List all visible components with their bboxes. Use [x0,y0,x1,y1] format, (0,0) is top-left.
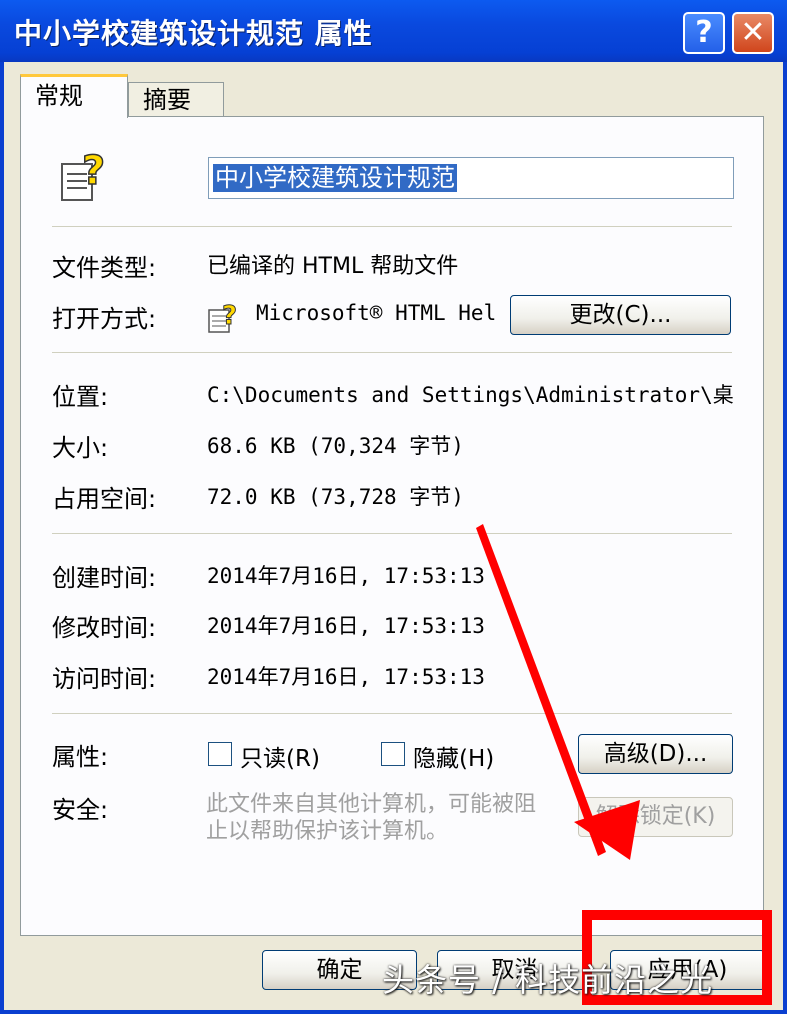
close-button[interactable]: ✕ [732,12,774,54]
file-name-input[interactable]: 中小学校建筑设计规范 [208,157,734,199]
location-label: 位置: [52,383,109,411]
file-name-text: 中小学校建筑设计规范 [213,164,457,192]
tab-summary[interactable]: 摘要 [128,82,224,116]
location-value: C:\Documents and Settings\Administrator\… [207,383,734,407]
html-help-icon: ? [208,301,238,333]
size-value: 68.6 KB (70,324 字节) [207,434,464,458]
attributes-label: 属性: [52,743,109,771]
modified-label: 修改时间: [52,614,157,642]
separator [52,352,732,353]
window-title: 中小学校建筑设计规范 属性 [14,17,373,50]
question-icon: ? [695,15,713,50]
svg-text:?: ? [82,150,105,194]
size-label: 大小: [52,434,109,462]
security-label: 安全: [52,796,109,824]
size-on-disk-label: 占用空间: [52,485,157,513]
created-label: 创建时间: [52,564,157,592]
created-value: 2014年7月16日, 17:53:13 [207,564,485,588]
tab-general[interactable]: 常规 [20,74,128,118]
unblock-button: 解除锁定(K) [578,797,733,837]
svg-text:?: ? [222,301,237,331]
security-message: 此文件来自其他计算机，可能被阻止以帮助保护该计算机。 [206,792,537,844]
watermark-text: 头条号 / 科技前沿之光 [382,961,714,999]
size-on-disk-value: 72.0 KB (73,728 字节) [207,485,464,509]
readonly-checkbox[interactable] [208,742,232,766]
opens-with-value: Microsoft® HTML Hel [256,301,496,325]
close-icon: ✕ [740,15,766,50]
file-type-label: 文件类型: [52,254,157,282]
change-button[interactable]: 更改(C)... [510,295,731,335]
separator [52,713,732,714]
accessed-label: 访问时间: [52,665,157,693]
file-type-value: 已编译的 HTML 帮助文件 [207,254,459,279]
hidden-checkbox[interactable] [381,742,405,766]
advanced-button[interactable]: 高级(D)... [578,734,733,774]
readonly-label[interactable]: 只读(R) [240,739,320,773]
title-bar[interactable]: 中小学校建筑设计规范 属性 ? ✕ [0,0,787,62]
help-file-icon: ? [61,150,106,201]
separator [52,533,732,534]
help-button[interactable]: ? [683,12,725,54]
hidden-label[interactable]: 隐藏(H) [413,739,494,773]
modified-value: 2014年7月16日, 17:53:13 [207,614,485,638]
opens-with-label: 打开方式: [52,305,157,333]
accessed-value: 2014年7月16日, 17:53:13 [207,665,485,689]
separator [52,226,732,227]
